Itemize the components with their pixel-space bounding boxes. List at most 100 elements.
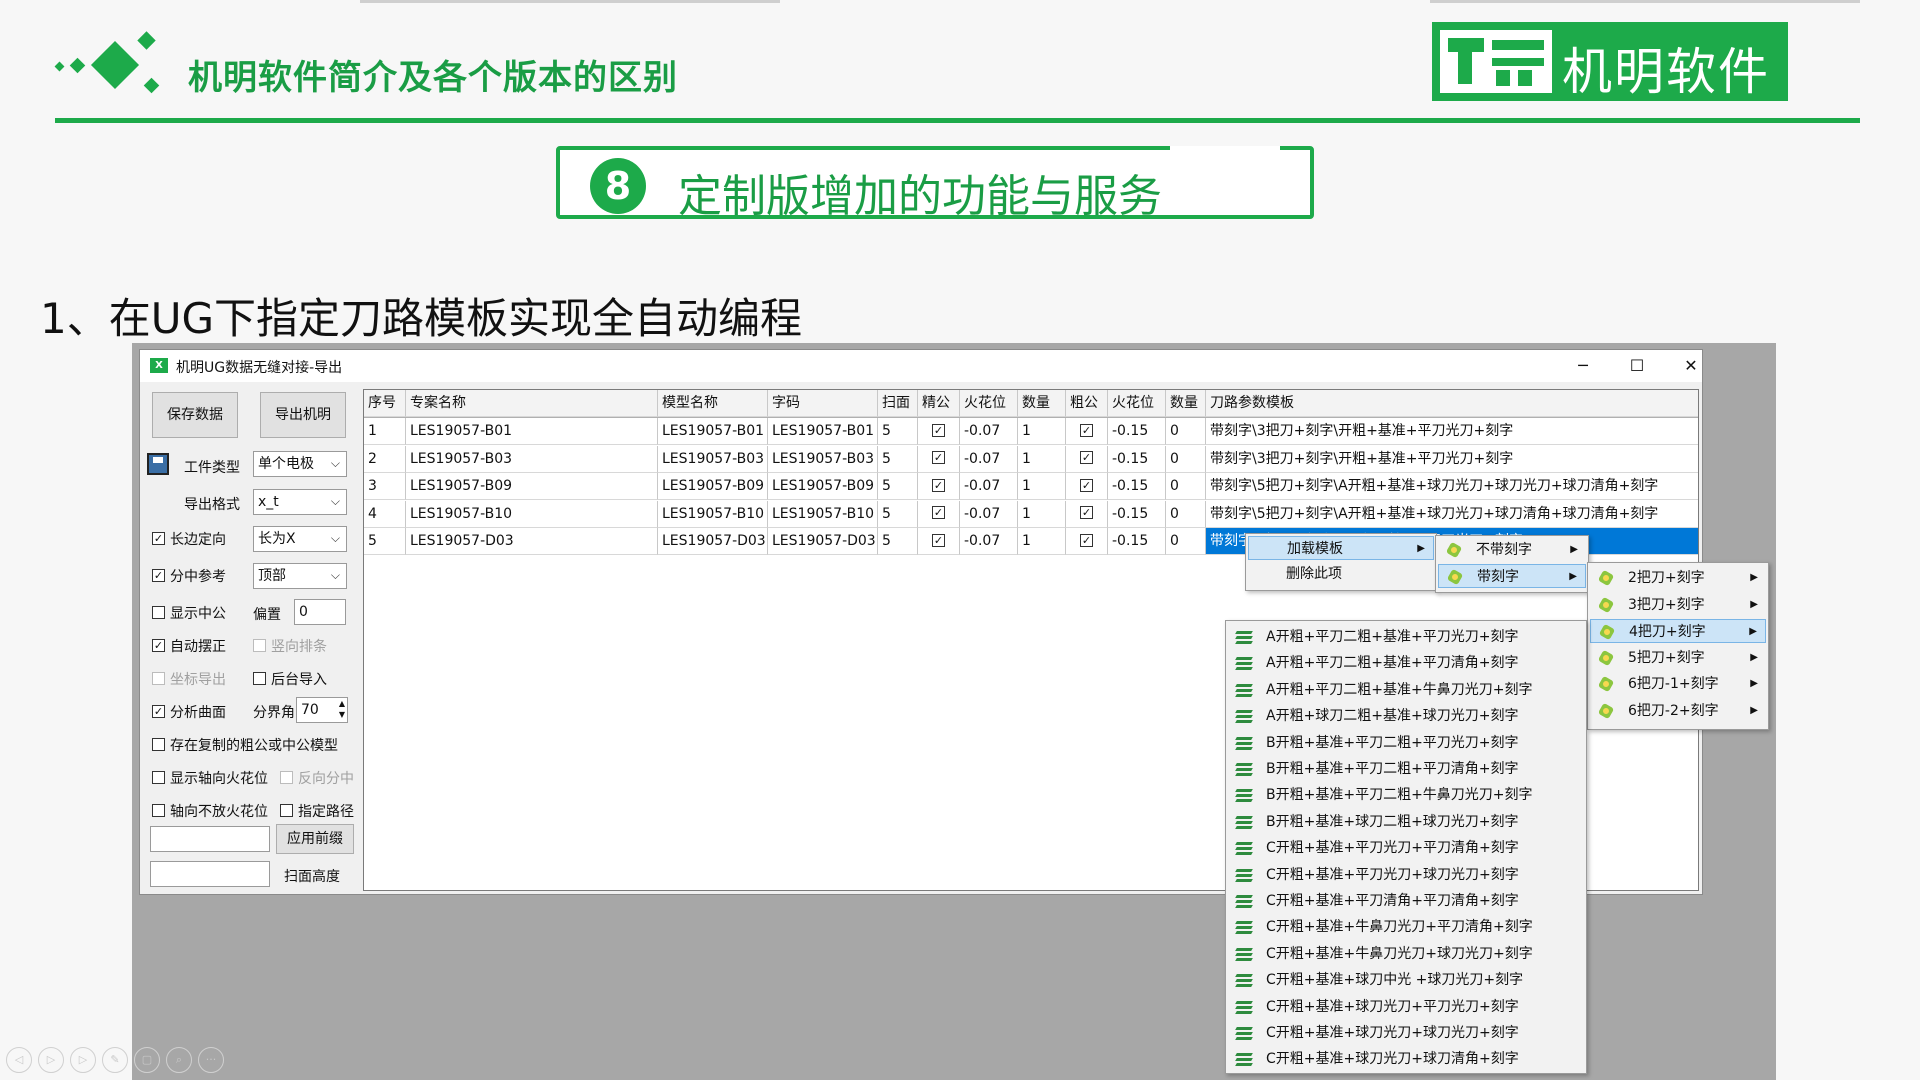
table-row[interactable]: 3 LES19057-B09 LES19057-B09 LES19057-B09 5 ✓ -… — [364, 473, 1698, 500]
long-edge-select[interactable]: 长为X ⌵ — [253, 526, 347, 552]
player-control-icon[interactable]: ··· — [198, 1047, 224, 1073]
menu-item-toolpath-template[interactable]: C开粗+基准+球刀光刀+球刀光刀+刻字 — [1228, 1021, 1584, 1045]
column-header[interactable]: 刀路参数模板 — [1206, 390, 1698, 417]
export-jiming-button[interactable]: 导出机明 — [260, 392, 346, 438]
column-header[interactable]: 火花位 — [1108, 390, 1166, 417]
table-cell[interactable]: LES19057-B01 — [406, 418, 658, 445]
menu-item-toolpath-template[interactable]: B开粗+基准+平刀二粗+平刀清角+刻字 — [1228, 757, 1584, 781]
table-cell[interactable]: 0 — [1166, 418, 1206, 445]
copy-model-checkbox[interactable] — [152, 738, 165, 751]
show-axial-spark-checkbox[interactable] — [152, 771, 165, 784]
table-cell[interactable]: LES19057-B10 — [768, 500, 878, 528]
table-cell[interactable]: 带刻字\5把刀+刻字\A开粗+基准+球刀光刀+球刀清角+球刀清角+刻字 — [1206, 501, 1698, 528]
column-header[interactable]: 模型名称 — [658, 390, 768, 417]
bg-import-checkbox[interactable] — [253, 672, 266, 685]
save-data-button[interactable]: 保存数据 — [152, 392, 238, 438]
minimize-button[interactable]: ─ — [1560, 354, 1606, 378]
table-checkbox-cell[interactable]: ✓ — [1066, 473, 1108, 500]
menu-item-with-engrave[interactable]: 带刻字 ▶ — [1438, 564, 1586, 588]
column-header[interactable]: 火花位 — [960, 390, 1018, 417]
table-cell[interactable]: 带刻字\3把刀+刻字\开粗+基准+平刀光刀+刻字 — [1206, 418, 1698, 445]
player-control-icon[interactable]: ▢ — [134, 1047, 160, 1073]
center-ref-select[interactable]: 顶部 ⌵ — [253, 563, 347, 589]
column-header[interactable]: 序号 — [364, 390, 406, 417]
menu-item-toolpath-template[interactable]: B开粗+基准+球刀二粗+球刀光刀+刻字 — [1228, 810, 1584, 834]
menu-item-tool-count[interactable]: 4把刀+刻字 ▶ — [1590, 619, 1766, 643]
menu-item-tool-count[interactable]: 3把刀+刻字 ▶ — [1590, 593, 1766, 617]
long-edge-checkbox[interactable]: ✓ — [152, 532, 165, 545]
table-row[interactable]: 4 LES19057-B10 LES19057-B10 LES19057-B10 5 ✓ -… — [364, 500, 1698, 528]
table-cell[interactable]: 1 — [364, 418, 406, 445]
table-cell[interactable]: -0.15 — [1108, 500, 1166, 528]
spinner-icon[interactable]: ▲ ▼ — [339, 698, 345, 720]
no-axial-spark-checkbox[interactable] — [152, 804, 165, 817]
table-cell[interactable]: LES19057-B10 — [406, 500, 658, 528]
menu-item-toolpath-template[interactable]: C开粗+基准+平刀光刀+球刀光刀+刻字 — [1228, 863, 1584, 887]
table-cell[interactable]: 5 — [878, 528, 918, 555]
table-cell[interactable]: 带刻字\5把刀+刻字\A开粗+基准+球刀光刀+球刀光刀+球刀清角+刻字 — [1206, 473, 1698, 500]
table-checkbox-cell[interactable]: ✓ — [918, 500, 960, 528]
table-checkbox-cell[interactable]: ✓ — [1066, 418, 1108, 445]
table-cell[interactable]: -0.07 — [960, 500, 1018, 528]
table-cell[interactable]: -0.07 — [960, 418, 1018, 445]
menu-item-load-template[interactable]: 加载模板 ▶ — [1248, 536, 1434, 560]
table-cell[interactable]: LES19057-B09 — [658, 473, 768, 500]
table-checkbox-cell[interactable]: ✓ — [918, 528, 960, 555]
checkbox[interactable]: ✓ — [1080, 506, 1093, 519]
table-cell[interactable]: 0 — [1166, 445, 1206, 473]
table-cell[interactable]: LES19057-B03 — [768, 445, 878, 473]
column-header[interactable]: 字码 — [768, 390, 878, 417]
table-cell[interactable]: 1 — [1018, 473, 1066, 500]
table-cell[interactable]: LES19057-B03 — [406, 445, 658, 473]
menu-item-toolpath-template[interactable]: B开粗+基准+平刀二粗+平刀光刀+刻字 — [1228, 731, 1584, 755]
table-checkbox-cell[interactable]: ✓ — [918, 473, 960, 500]
table-cell[interactable]: 带刻字\3把刀+刻字\开粗+基准+平刀光刀+刻字 — [1206, 446, 1698, 473]
checkbox[interactable]: ✓ — [932, 506, 945, 519]
table-cell[interactable]: 1 — [1018, 445, 1066, 473]
table-cell[interactable]: LES19057-B01 — [768, 418, 878, 445]
checkbox[interactable]: ✓ — [932, 478, 945, 492]
menu-item-toolpath-template[interactable]: C开粗+基准+平刀清角+平刀清角+刻字 — [1228, 889, 1584, 913]
menu-item-toolpath-template[interactable]: C开粗+基准+平刀光刀+平刀清角+刻字 — [1228, 836, 1584, 860]
table-checkbox-cell[interactable]: ✓ — [1066, 500, 1108, 528]
auto-align-checkbox[interactable]: ✓ — [152, 639, 165, 652]
checkbox[interactable]: ✓ — [1080, 533, 1093, 547]
player-control-icon[interactable]: ⌕ — [166, 1047, 192, 1073]
table-cell[interactable]: LES19057-B09 — [406, 473, 658, 500]
part-type-select[interactable]: 单个电极 ⌵ — [253, 451, 347, 477]
table-cell[interactable]: -0.15 — [1108, 473, 1166, 500]
column-header[interactable]: 扫面 — [878, 390, 918, 417]
player-control-icon[interactable]: ▷ — [38, 1047, 64, 1073]
table-checkbox-cell[interactable]: ✓ — [918, 445, 960, 473]
table-cell[interactable]: 5 — [878, 500, 918, 528]
table-cell[interactable]: -0.15 — [1108, 445, 1166, 473]
table-cell[interactable]: -0.07 — [960, 473, 1018, 500]
export-format-select[interactable]: x_t ⌵ — [253, 489, 347, 515]
column-header[interactable]: 数量 — [1166, 390, 1206, 417]
menu-item-tool-count[interactable]: 6把刀-1+刻字 ▶ — [1590, 672, 1766, 696]
apply-prefix-button[interactable]: 应用前缀 — [276, 824, 354, 854]
table-cell[interactable]: 5 — [878, 473, 918, 500]
table-cell[interactable]: 1 — [1018, 418, 1066, 445]
analyze-surface-checkbox[interactable]: ✓ — [152, 705, 165, 718]
checkbox[interactable]: ✓ — [1080, 423, 1093, 437]
maximize-button[interactable]: ☐ — [1614, 354, 1660, 378]
table-cell[interactable]: 5 — [364, 528, 406, 555]
boundary-angle-input[interactable]: 70 ▲ ▼ — [296, 697, 348, 723]
column-header[interactable]: 数量 — [1018, 390, 1066, 417]
menu-item-toolpath-template[interactable]: C开粗+基准+球刀光刀+平刀光刀+刻字 — [1228, 995, 1584, 1019]
table-cell[interactable]: LES19057-B03 — [658, 445, 768, 473]
table-cell[interactable]: 0 — [1166, 528, 1206, 555]
show-center-checkbox[interactable] — [152, 606, 165, 619]
checkbox[interactable]: ✓ — [932, 423, 945, 437]
menu-item-delete[interactable]: 删除此项 — [1248, 562, 1434, 586]
player-control-icon[interactable]: ✎ — [102, 1047, 128, 1073]
menu-item-toolpath-template[interactable]: C开粗+基准+牛鼻刀光刀+球刀光刀+刻字 — [1228, 942, 1584, 966]
column-header[interactable]: 粗公 — [1066, 390, 1108, 417]
table-cell[interactable]: LES19057-B09 — [768, 473, 878, 500]
table-cell[interactable]: 2 — [364, 445, 406, 473]
table-cell[interactable]: LES19057-D03 — [658, 528, 768, 555]
table-cell[interactable]: -0.07 — [960, 445, 1018, 473]
prefix-input[interactable] — [150, 826, 270, 852]
menu-item-toolpath-template[interactable]: A开粗+球刀二粗+基准+球刀光刀+刻字 — [1228, 704, 1584, 728]
